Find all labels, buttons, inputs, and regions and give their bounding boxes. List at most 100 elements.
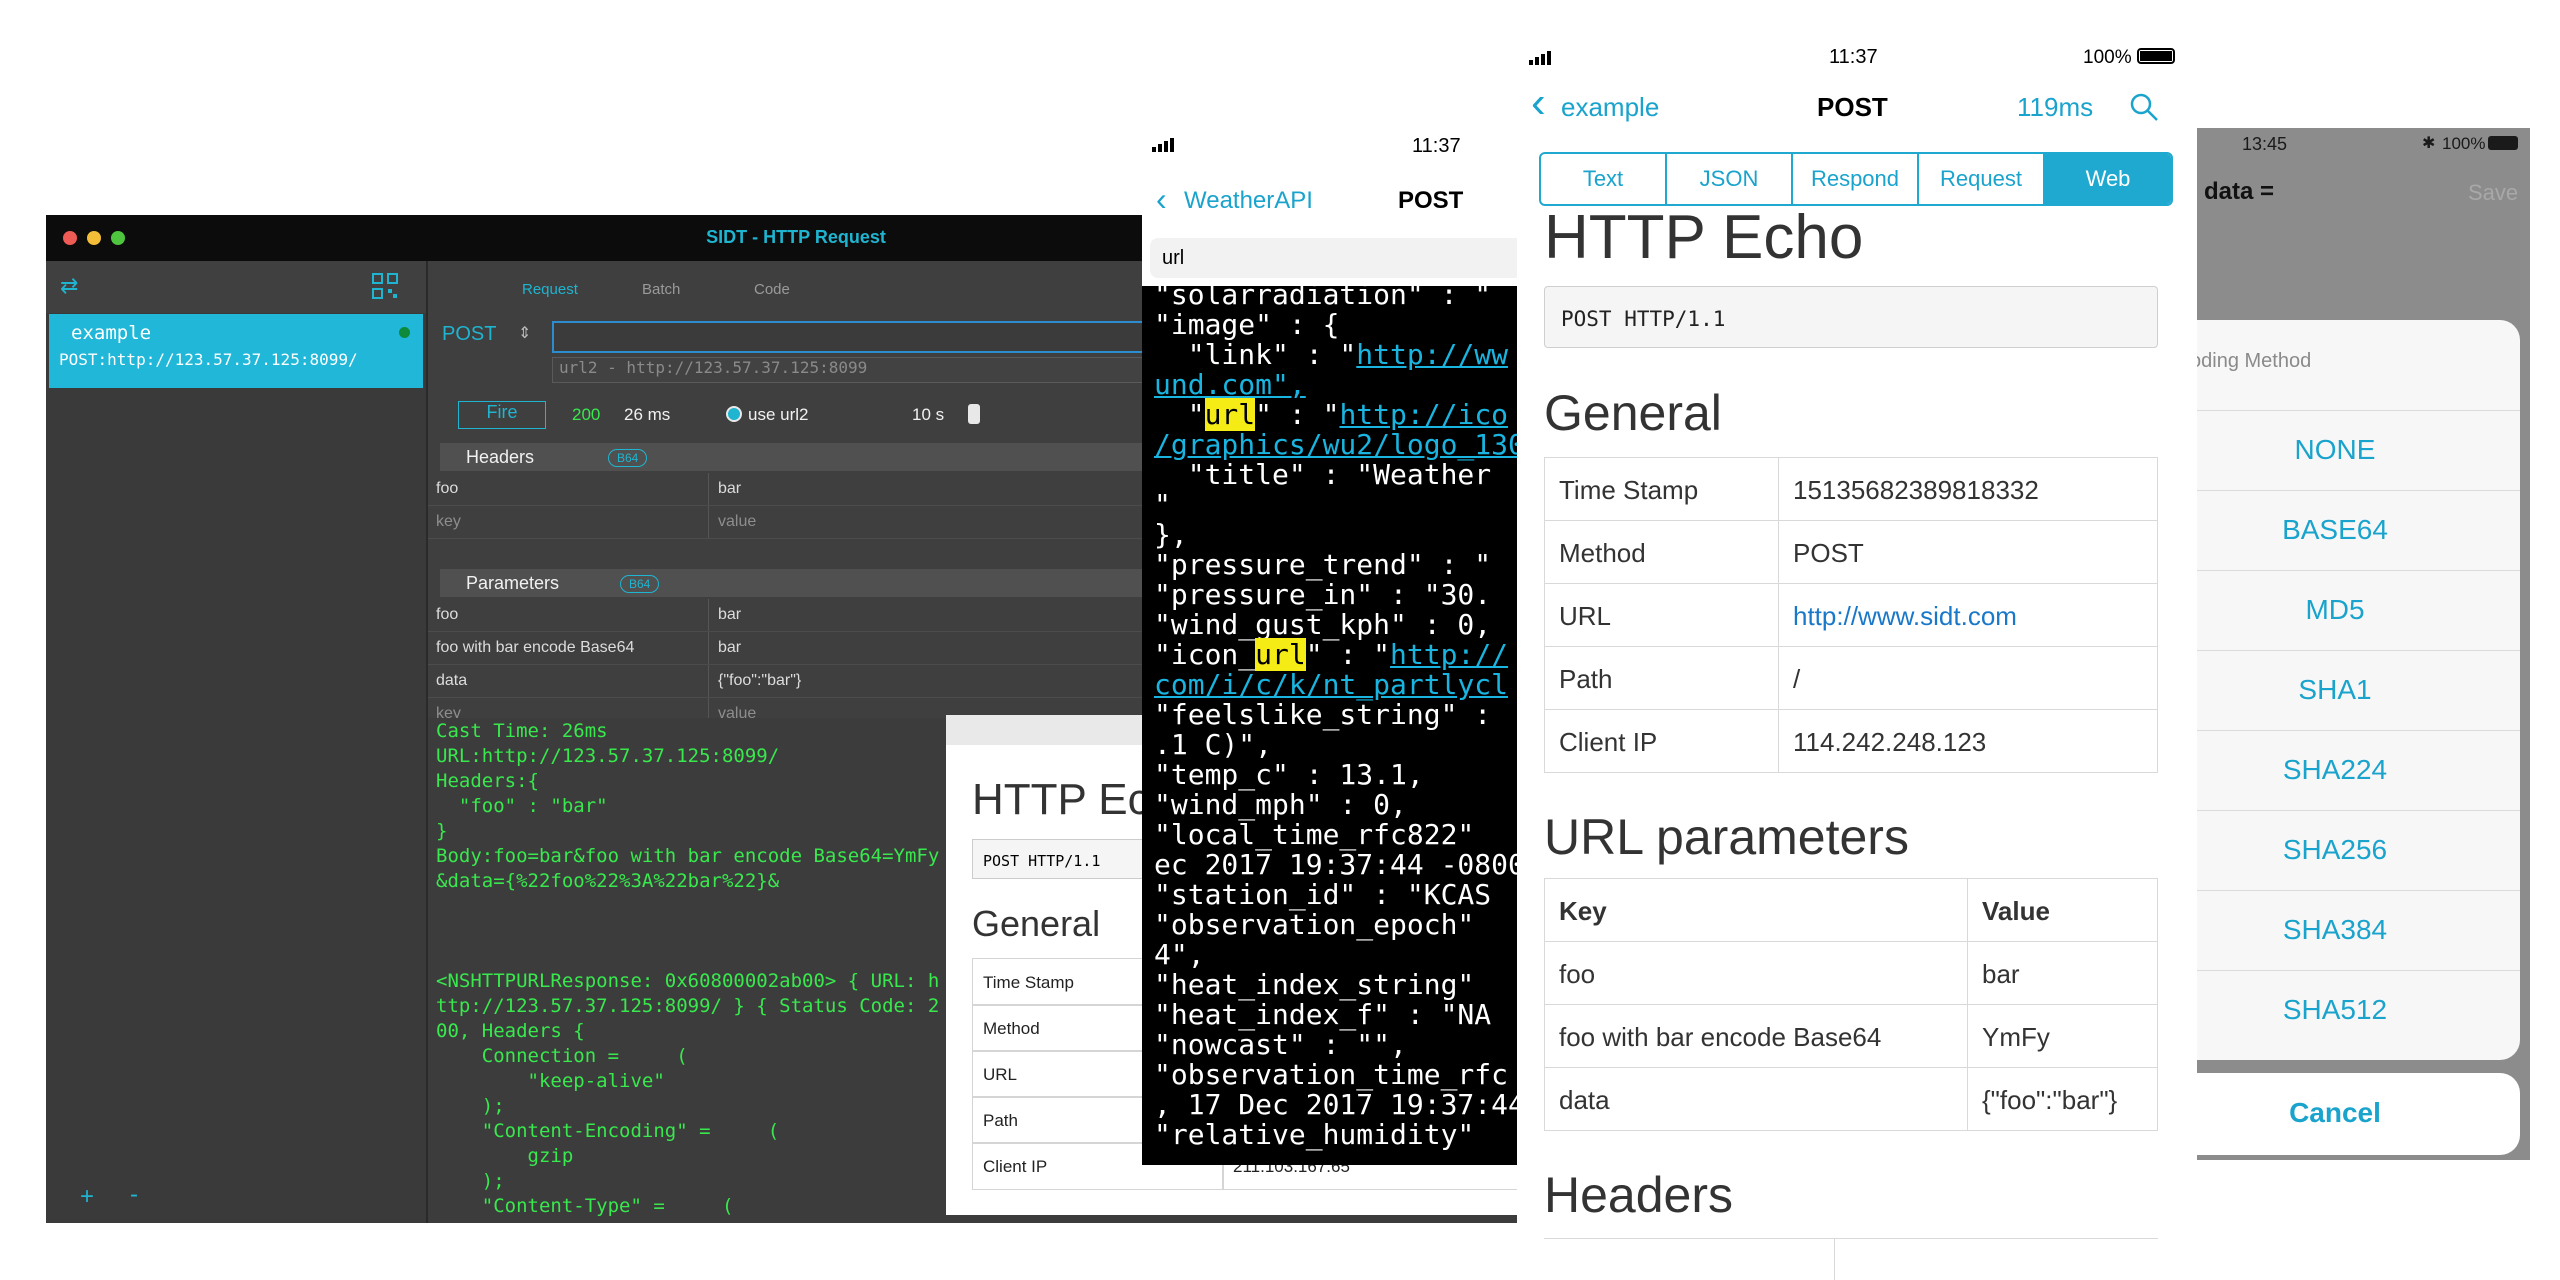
remove-button[interactable]: - [130, 1181, 138, 1209]
segment-text[interactable]: Text [1541, 154, 1667, 204]
timeout-stepper[interactable] [968, 404, 980, 424]
option-sha1[interactable]: SHA1 [2190, 650, 2520, 731]
option-md5[interactable]: MD5 [2190, 570, 2520, 651]
parameter-value[interactable]: bar [718, 606, 741, 624]
battery-icon [2137, 48, 2175, 64]
header-value-placeholder[interactable]: value [718, 513, 756, 531]
segment-json[interactable]: JSON [1667, 154, 1793, 204]
general-heading: General [1544, 385, 1722, 441]
search-input[interactable]: url [1150, 238, 1522, 278]
segment-respond[interactable]: Respond [1793, 154, 1919, 204]
parameter-key[interactable]: foo [436, 606, 458, 624]
console-line: ); [436, 1170, 505, 1192]
general-value-cell: POST [1778, 520, 2158, 584]
general-key-cell: Method [1544, 520, 1779, 584]
console-line: &data={%22foo%22%3A%22bar%22}& [436, 870, 780, 892]
json-line: "pressure_in" : "30. [1154, 578, 1492, 611]
parameter-value[interactable]: {"foo":"bar"} [718, 672, 801, 690]
json-line: "link" : "http://ww [1154, 338, 1509, 371]
console-line: "keep-alive" [436, 1070, 665, 1092]
param-value-cell: {"foo":"bar"} [1967, 1067, 2158, 1131]
tab-code[interactable]: Code [754, 281, 790, 298]
status-time: 11:37 [1829, 46, 1878, 68]
general-key-cell: URL [1544, 583, 1779, 647]
json-line: "icon_url" : "http:// [1154, 638, 1509, 671]
url-parameters-heading: URL parameters [1544, 809, 1909, 865]
timeout-value[interactable]: 10 s [912, 405, 944, 425]
console-line: Connection = ( [436, 1045, 688, 1067]
battery-icon [2488, 136, 2518, 150]
segment-web[interactable]: Web [2045, 154, 2171, 204]
json-line: }, [1154, 518, 1188, 551]
header-key-placeholder[interactable]: key [436, 513, 461, 531]
json-line: 4", [1154, 938, 1205, 971]
method-chevron-icon[interactable]: ⇕ [518, 323, 531, 343]
general-value-cell: 114.242.248.123 [1778, 709, 2158, 773]
echo-general-heading: General [972, 903, 1101, 944]
console-line: } [436, 820, 448, 842]
param-key-cell: data [1544, 1067, 1968, 1131]
parameter-value[interactable]: bar [718, 639, 741, 657]
json-line: com/i/c/k/nt_partlycl [1154, 668, 1509, 701]
url-link[interactable]: http://www.sidt.com [1778, 583, 2158, 647]
header-key[interactable]: foo [436, 480, 458, 498]
console-line: Headers:{ [436, 770, 539, 792]
json-line: "pressure_trend" : " [1154, 548, 1492, 581]
general-key-cell: Time Stamp [1544, 457, 1779, 521]
option-sha512[interactable]: SHA512 [2190, 970, 2520, 1050]
json-line: /graphics/wu2/logo_130 [1154, 428, 1522, 461]
param-value-header: Value [1967, 878, 2158, 942]
option-base64[interactable]: BASE64 [2190, 490, 2520, 571]
param-key-header: Key [1544, 878, 1968, 942]
json-line: ec 2017 19:37:44 -0800 [1154, 848, 1522, 881]
tab-batch[interactable]: Batch [642, 281, 680, 298]
json-line: "heat_index_f" : "NA [1154, 998, 1492, 1031]
option-sha224[interactable]: SHA224 [2190, 730, 2520, 811]
console-line: <NSHTTPURLResponse: 0x60800002ab00> { UR… [436, 970, 940, 992]
option-sha256[interactable]: SHA256 [2190, 810, 2520, 891]
param-key-cell: foo with bar encode Base64 [1544, 1004, 1968, 1068]
sidebar-item-example[interactable]: example POST:http://123.57.37.125:8099/ [49, 314, 423, 388]
parameter-key[interactable]: data [436, 672, 467, 690]
json-line: .1 C)", [1154, 728, 1273, 761]
battery-percent: 100% [2442, 134, 2486, 153]
action-sheet-title: oding Method [2190, 350, 2312, 372]
json-view[interactable]: "solarradiation" : " "image" : { "link" … [1142, 278, 1522, 1165]
json-line: "nowcast" : "", [1154, 1028, 1407, 1061]
back-chevron-icon[interactable]: ‹ [1531, 78, 1546, 128]
parameter-value-placeholder[interactable]: value [718, 705, 756, 718]
add-button[interactable]: + [80, 1183, 94, 1211]
back-button[interactable]: example [1561, 92, 1659, 123]
segment-request[interactable]: Request [1919, 154, 2045, 204]
weather-phone: 11:37 ‹ WeatherAPI POST url "solarradiat… [1142, 125, 1522, 1165]
parameters-b64-toggle[interactable]: B64 [620, 575, 660, 593]
nav-bar: ‹ WeatherAPI POST [1142, 165, 1522, 231]
qr-code-icon[interactable] [372, 273, 398, 299]
cancel-button[interactable]: Cancel [2190, 1073, 2520, 1155]
back-button[interactable]: WeatherAPI [1184, 187, 1313, 215]
parameter-key[interactable]: foo with bar encode Base64 [436, 639, 634, 657]
status-time: 11:37 [1412, 135, 1461, 157]
search-icon[interactable] [2129, 92, 2159, 122]
option-sha384[interactable]: SHA384 [2190, 890, 2520, 971]
swap-icon[interactable]: ⇄ [60, 273, 78, 299]
search-text: url [1162, 247, 1185, 269]
save-button[interactable]: Save [2468, 180, 2518, 206]
use-url2-radio[interactable] [726, 406, 742, 422]
fire-button[interactable]: Fire [458, 401, 546, 429]
json-line: "solarradiation" : " [1154, 278, 1492, 311]
parameter-key-placeholder[interactable]: key [436, 705, 461, 718]
parameters-title: Parameters [466, 573, 560, 593]
cancel-label: Cancel [2289, 1097, 2381, 1128]
general-key-cell: Client IP [1544, 709, 1779, 773]
back-chevron-icon[interactable]: ‹ [1156, 181, 1167, 218]
json-line: und.com", [1154, 368, 1306, 401]
headers-b64-toggle[interactable]: B64 [608, 449, 648, 467]
headers-heading: Headers [1544, 1167, 1733, 1223]
console-line: ttp://123.57.37.125:8099/ } { Status Cod… [436, 995, 940, 1017]
json-line: "station_id" : "KCAS [1154, 878, 1492, 911]
option-none[interactable]: NONE [2190, 410, 2520, 491]
method-select[interactable]: POST [442, 323, 496, 346]
header-value[interactable]: bar [718, 480, 741, 498]
tab-request[interactable]: Request [522, 281, 578, 298]
